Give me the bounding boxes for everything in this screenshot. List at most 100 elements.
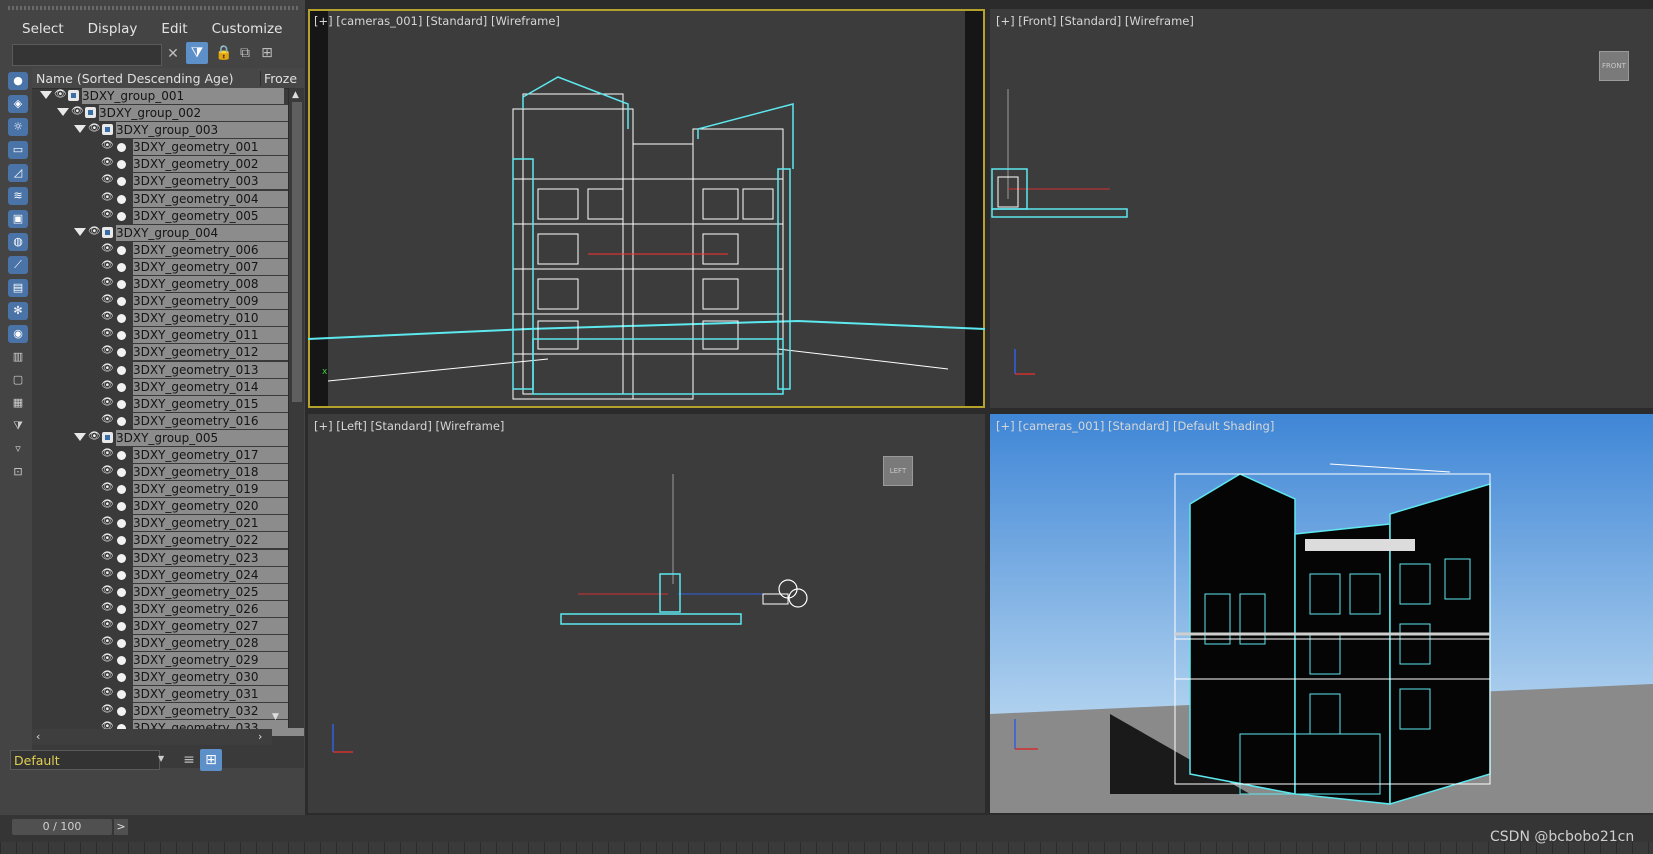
visibility-eye-icon[interactable]: 👁 <box>54 89 67 100</box>
table-row[interactable]: 👁 3DXY_geometry_013 <box>32 361 304 379</box>
invert-display-icon[interactable]: ▦ <box>8 394 28 412</box>
viewport-left-wireframe[interactable]: LEFT [+] [Left] [Standard] [Wireframe] <box>308 414 985 813</box>
table-row[interactable]: 👁 3DXY_geometry_014 <box>32 378 304 396</box>
visibility-eye-icon[interactable]: 👁 <box>101 551 114 562</box>
visibility-eye-icon[interactable]: 👁 <box>71 106 84 117</box>
lock-icon[interactable]: 🔒 <box>213 42 235 64</box>
expand-arrow-icon[interactable] <box>74 125 86 134</box>
table-row[interactable]: 👁 3DXY_geometry_012 <box>32 344 304 361</box>
expand-arrow-icon[interactable] <box>40 91 52 99</box>
table-row[interactable]: 👁 3DXY_geometry_015 <box>32 395 304 413</box>
table-row[interactable]: 👁 3DXY_geometry_020 <box>32 498 304 515</box>
visibility-eye-icon[interactable]: 👁 <box>101 174 114 185</box>
layer-explorer-icon[interactable]: ⊡ <box>8 463 28 481</box>
visibility-eye-icon[interactable]: 👁 <box>101 192 114 203</box>
expand-arrow-icon[interactable] <box>74 227 86 236</box>
table-row[interactable]: 👁 3DXY_geometry_032 <box>32 703 304 720</box>
visibility-eye-icon[interactable]: 👁 <box>101 670 114 681</box>
hidden-filter-icon[interactable]: ◉ <box>8 325 28 343</box>
group-row[interactable]: 👁 3DXY_group_001 <box>32 88 286 105</box>
clear-search-icon[interactable]: ✕ <box>162 43 184 65</box>
table-row[interactable]: 👁 3DXY_geometry_016 <box>32 412 304 430</box>
particles-filter-icon[interactable]: ✻ <box>8 302 28 320</box>
next-frame-button[interactable]: > <box>114 819 128 835</box>
menu-edit[interactable]: Edit <box>149 18 199 40</box>
display-all-icon[interactable]: ▥ <box>8 348 28 366</box>
scroll-right-icon[interactable]: › <box>258 730 262 743</box>
geometry-filter-icon[interactable]: ● <box>8 72 28 90</box>
table-row[interactable]: 👁 3DXY_geometry_009 <box>32 293 304 310</box>
visibility-eye-icon[interactable]: 👁 <box>101 533 114 544</box>
scroll-up-icon[interactable]: ▲ <box>292 90 299 100</box>
time-slider[interactable]: 0 / 100 <box>12 819 112 835</box>
menu-customize[interactable]: Customize <box>200 18 295 40</box>
visibility-eye-icon[interactable]: 👁 <box>101 277 114 288</box>
visibility-eye-icon[interactable]: 👁 <box>101 345 114 356</box>
table-row[interactable]: 👁 3DXY_geometry_030 <box>32 669 304 686</box>
visibility-eye-icon[interactable]: 👁 <box>101 653 114 664</box>
visibility-eye-icon[interactable]: 👁 <box>101 260 114 271</box>
visibility-eye-icon[interactable]: 👁 <box>101 209 114 220</box>
table-row[interactable]: 👁 3DXY_geometry_005 <box>32 207 304 225</box>
visibility-eye-icon[interactable]: 👁 <box>101 482 114 493</box>
containers-filter-icon[interactable]: ▤ <box>8 279 28 297</box>
scroll-thumb[interactable] <box>292 102 302 402</box>
table-row[interactable]: 👁 3DXY_geometry_017 <box>32 446 304 464</box>
visibility-eye-icon[interactable]: 👁 <box>88 431 101 442</box>
table-row[interactable]: 👁 3DXY_geometry_019 <box>32 481 304 498</box>
visibility-eye-icon[interactable]: 👁 <box>101 380 114 391</box>
horizontal-scrollbar[interactable]: ‹ › <box>32 729 272 745</box>
visibility-eye-icon[interactable]: 👁 <box>101 363 114 374</box>
table-row[interactable]: 👁 3DXY_geometry_031 <box>32 686 304 703</box>
viewport-label[interactable]: [+] [cameras_001] [Standard] [Default Sh… <box>996 419 1274 433</box>
table-row[interactable]: 👁 3DXY_geometry_010 <box>32 310 304 327</box>
hierarchy-mode-icon[interactable]: ⊞ <box>200 749 222 771</box>
filter-settings-icon[interactable]: ▿ <box>8 440 28 458</box>
table-row[interactable]: 👁 3DXY_geometry_003 <box>32 173 304 190</box>
viewport-camera-shaded[interactable]: [+] [cameras_001] [Standard] [Default Sh… <box>990 414 1653 813</box>
scroll-left-icon[interactable]: ‹ <box>36 730 40 743</box>
table-row[interactable]: 👁 3DXY_geometry_011 <box>32 327 304 344</box>
visibility-eye-icon[interactable]: 👁 <box>101 397 114 408</box>
visibility-eye-icon[interactable]: 👁 <box>101 414 114 425</box>
expand-arrow-icon[interactable] <box>74 432 86 441</box>
filter-icon[interactable]: ⧩ <box>186 42 208 64</box>
visibility-eye-icon[interactable]: 👁 <box>101 704 114 715</box>
viewport-label[interactable]: [+] [cameras_001] [Standard] [Wireframe] <box>314 14 560 28</box>
menu-select[interactable]: Select <box>10 18 76 40</box>
spacewarps-filter-icon[interactable]: ≋ <box>8 187 28 205</box>
lights-filter-icon[interactable]: ☼ <box>8 118 28 136</box>
search-input[interactable] <box>12 44 162 66</box>
group-row[interactable]: 👁 3DXY_group_002 <box>32 105 302 122</box>
group-row[interactable]: 👁 3DXY_group_004 <box>32 224 304 242</box>
table-row[interactable]: 👁 3DXY_geometry_006 <box>32 241 304 259</box>
shapes-filter-icon[interactable]: ◈ <box>8 95 28 113</box>
visibility-eye-icon[interactable]: 👁 <box>101 243 114 254</box>
layer-dropdown[interactable]: Default <box>10 750 160 770</box>
table-row[interactable]: 👁 3DXY_geometry_004 <box>32 190 304 208</box>
groups-filter-icon[interactable]: ▣ <box>8 210 28 228</box>
viewport-label[interactable]: [+] [Left] [Standard] [Wireframe] <box>314 419 504 433</box>
table-row[interactable]: 👁 3DXY_geometry_001 <box>32 139 304 156</box>
visibility-eye-icon[interactable]: 👁 <box>88 226 101 237</box>
chevron-down-icon[interactable]: ▼ <box>158 754 164 763</box>
visibility-eye-icon[interactable]: 👁 <box>101 636 114 647</box>
visibility-eye-icon[interactable]: 👁 <box>101 294 114 305</box>
helpers-filter-icon[interactable]: ◿ <box>8 164 28 182</box>
viewport-camera-wireframe[interactable]: x [+] [cameras_001] [Standard] [Wirefram… <box>308 9 985 408</box>
tree-view-icon[interactable]: ⊞ <box>256 42 278 64</box>
table-row[interactable]: 👁 3DXY_geometry_023 <box>32 549 304 567</box>
xrefs-filter-icon[interactable]: ◍ <box>8 233 28 251</box>
scroll-down-icon[interactable]: ▼ <box>272 712 279 722</box>
visibility-eye-icon[interactable]: 👁 <box>101 311 114 322</box>
expand-arrow-icon[interactable] <box>57 108 69 117</box>
menu-display[interactable]: Display <box>76 18 150 40</box>
navcube-left[interactable]: LEFT <box>883 456 913 486</box>
selection-filter-icon[interactable]: ⧩ <box>8 417 28 435</box>
viewport-front-wireframe[interactable]: FRONT [+] [Front] [Standard] [Wireframe] <box>990 9 1653 408</box>
visibility-eye-icon[interactable]: 👁 <box>101 516 114 527</box>
visibility-eye-icon[interactable]: 👁 <box>101 140 114 151</box>
timeline-ticks[interactable] <box>0 842 1653 854</box>
visibility-eye-icon[interactable]: 👁 <box>101 585 114 596</box>
visibility-eye-icon[interactable]: 👁 <box>101 328 114 339</box>
